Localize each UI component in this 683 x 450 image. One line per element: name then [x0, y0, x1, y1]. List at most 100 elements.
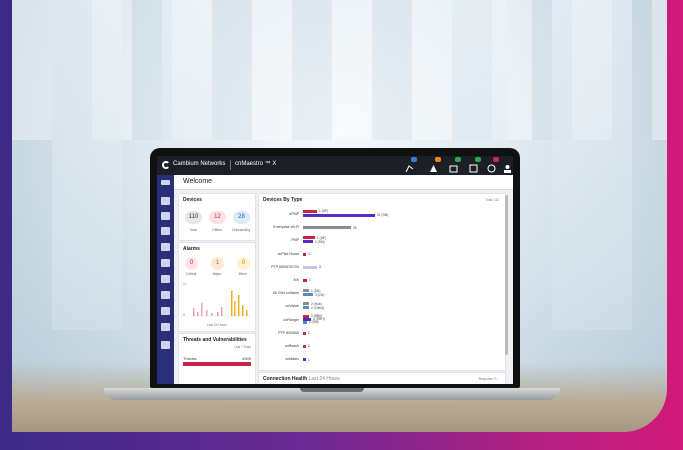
devices-by-type-title: Devices By Type [263, 197, 303, 203]
product-name: cnMaestro ™ X [235, 161, 277, 167]
device-type-row[interactable]: cnPilot Home 3 [259, 250, 504, 260]
device-type-row[interactable]: cnReach 2 [259, 342, 504, 352]
alarm-bar [231, 291, 233, 316]
device-type-name: cnMatrix [285, 357, 299, 362]
alarm-bar [211, 313, 213, 316]
alarm-bar [197, 312, 199, 316]
devices-icon[interactable] [161, 275, 170, 283]
alarms-chart [191, 291, 251, 317]
grid-icon[interactable] [161, 307, 170, 315]
laptop-notch [300, 388, 364, 392]
promo-frame: Cambium Networks cnMaestro ™ X Welcome D… [0, 0, 683, 450]
device-type-count: 1 [308, 357, 310, 362]
alert-icon[interactable] [429, 157, 441, 172]
alarms-major-label: Major [212, 272, 222, 276]
main-content: Welcome Devices 110 12 28 Total Offline … [174, 175, 513, 384]
alarms-critical-value[interactable]: 0 [185, 257, 198, 270]
device-type-row[interactable]: cnRanger 2 (BBU) 3 (RRH) 1 (SM) [259, 314, 504, 326]
alarm-bar [206, 310, 208, 316]
device-type-row[interactable]: MX 1 [259, 276, 504, 286]
page-title: Welcome [183, 178, 213, 185]
device-type-bar [303, 252, 306, 256]
device-type-name: PTP 820/850 [278, 330, 299, 335]
device-type-count: 1 [309, 278, 311, 283]
device-type-name: cnReach [284, 344, 299, 348]
device-type-bar [303, 240, 313, 244]
image-icon[interactable] [161, 259, 170, 267]
devices-card: Devices 110 12 28 Total Offline Onboardi… [178, 193, 256, 241]
alarms-critical-label: Critical [185, 272, 197, 276]
device-type-name: PMP [291, 238, 299, 243]
device-type-row[interactable]: cnVision 2 (Hub) 2 (Client) [259, 302, 504, 312]
device-type-count: 2 (Client) [311, 305, 324, 310]
device-type-name: cnVision [285, 304, 299, 309]
threats-row-label: Threats [183, 356, 197, 361]
alarm-bar [246, 310, 248, 316]
devices-total-value[interactable]: 110 [185, 211, 202, 224]
alarms-axis-top: 12 [183, 282, 187, 286]
device-type-row[interactable]: PTP 650/670/700 3 [259, 263, 504, 273]
monitor-icon[interactable] [161, 212, 170, 220]
device-type-count: 1 (SM) [309, 320, 319, 325]
device-type-count: 3 [319, 265, 321, 270]
page-header: Welcome [174, 175, 513, 190]
device-type-row[interactable]: cnMatrix 1 [259, 355, 504, 365]
device-type-name: 60 GHz cnWave [272, 291, 299, 296]
connection-health-right: Response Ti... [478, 377, 499, 381]
camera-icon[interactable] [161, 323, 170, 331]
device-type-row[interactable]: PTP 820/850 2 [259, 329, 504, 339]
device-type-count: 3 (CN) [315, 292, 325, 297]
device-type-row[interactable]: ePMP 1 (AP) 31 (SM) [259, 209, 504, 220]
device-type-count: 26 [353, 225, 357, 230]
devices-onboarding-value[interactable]: 28 [233, 211, 250, 224]
threats-card: Threats and Vulnerabilities Last 7 Days … [178, 333, 256, 384]
device-type-count: 1 (SM) [315, 239, 325, 244]
devices-offline-value[interactable]: 12 [209, 211, 226, 224]
device-type-row[interactable]: PMP 1 (AP) 1 (SM) [259, 236, 504, 246]
devices-total-label: Total [189, 228, 197, 232]
alarms-card-title: Alarms [183, 246, 200, 252]
alarm-bar [238, 295, 240, 316]
device-type-name: cnRanger [283, 317, 299, 322]
side-nav [157, 175, 174, 384]
device-type-name: PTP 650/670/700 [271, 264, 299, 269]
menu-icon[interactable] [161, 180, 170, 185]
cambium-logo-icon [162, 161, 170, 169]
tasks-icon[interactable] [469, 157, 481, 173]
device-type-bar [303, 358, 306, 362]
alarm-bar [242, 305, 244, 316]
device-type-bar [303, 289, 309, 293]
threats-row-value: 4905 [242, 356, 251, 361]
alarm-bar [193, 308, 195, 316]
threats-bar [183, 362, 251, 366]
device-type-name: Enterprise Wi-Fi [273, 225, 299, 230]
gear-icon[interactable] [161, 291, 170, 299]
report-icon[interactable] [161, 341, 170, 349]
calendar-icon[interactable] [161, 227, 170, 235]
device-type-name: MX [293, 278, 299, 282]
device-type-name: cnPilot Home [277, 251, 299, 256]
device-type-name: ePMP [289, 212, 299, 216]
scrollbar[interactable] [505, 195, 508, 355]
alarm-bar [221, 307, 223, 316]
device-type-bar [303, 320, 307, 324]
user-menu-icon[interactable] [503, 160, 512, 173]
messages-icon[interactable] [487, 157, 499, 173]
device-type-row[interactable]: 60 GHz cnWave 1 (DN) 3 (CN) [259, 289, 504, 299]
device-type-row[interactable]: Enterprise Wi-Fi 26 [259, 223, 504, 233]
device-type-bar [303, 345, 306, 348]
connection-health-card: Connection Health Last 24 Hours Response… [258, 372, 506, 384]
location-icon[interactable] [161, 243, 170, 251]
signal-icon[interactable] [405, 157, 417, 173]
laptop: Cambium Networks cnMaestro ™ X Welcome D… [150, 148, 520, 388]
device-type-bar [303, 265, 317, 269]
alarm-bar [217, 312, 219, 316]
device-type-count: 3 [308, 251, 310, 256]
alarms-major-value[interactable]: 1 [211, 257, 224, 270]
laptop-screen: Cambium Networks cnMaestro ™ X Welcome D… [157, 156, 513, 384]
alarms-minor-label: Minor [238, 272, 248, 276]
notification-icon[interactable] [449, 157, 461, 173]
home-icon[interactable] [161, 197, 170, 205]
connection-health-title: Connection Health Last 24 Hours [263, 376, 340, 382]
alarms-minor-value[interactable]: 0 [237, 257, 250, 270]
